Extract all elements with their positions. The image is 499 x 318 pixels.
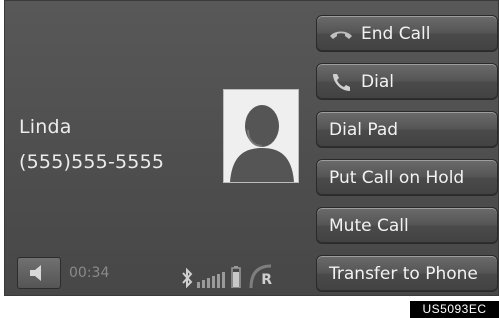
hold-call-label: Put Call on Hold xyxy=(329,167,465,188)
handset-hangup-icon xyxy=(329,24,353,44)
transfer-to-phone-label: Transfer to Phone xyxy=(329,263,478,284)
hold-call-button[interactable]: Put Call on Hold xyxy=(316,159,498,196)
roaming-indicator: R xyxy=(247,262,273,288)
speaker-icon xyxy=(30,265,41,281)
dial-pad-label: Dial Pad xyxy=(329,119,399,140)
battery-icon xyxy=(231,266,241,288)
transfer-to-phone-button[interactable]: Transfer to Phone xyxy=(316,255,498,292)
caller-number: (555)555-5555 xyxy=(19,151,165,173)
mute-call-button[interactable]: Mute Call xyxy=(316,207,498,244)
document-code: US5093EC xyxy=(410,301,499,318)
dial-button[interactable]: Dial xyxy=(316,63,498,100)
end-call-label: End Call xyxy=(361,23,431,44)
signal-strength-icon xyxy=(197,272,225,288)
phone-call-screen: Linda (555)555-5555 End Call Dial Dial P… xyxy=(4,0,499,296)
caller-name: Linda xyxy=(19,116,72,138)
call-timer: 00:34 xyxy=(69,265,110,281)
mute-call-label: Mute Call xyxy=(329,215,409,236)
handset-icon xyxy=(329,72,353,92)
contact-silhouette-icon xyxy=(224,90,298,182)
dial-label: Dial xyxy=(361,71,394,92)
dial-pad-button[interactable]: Dial Pad xyxy=(316,111,498,148)
contact-photo xyxy=(223,89,299,183)
speaker-button[interactable] xyxy=(17,257,61,289)
roaming-label: R xyxy=(261,272,272,288)
status-indicators: R xyxy=(181,260,273,288)
bluetooth-icon xyxy=(182,268,193,288)
end-call-button[interactable]: End Call xyxy=(316,15,498,52)
